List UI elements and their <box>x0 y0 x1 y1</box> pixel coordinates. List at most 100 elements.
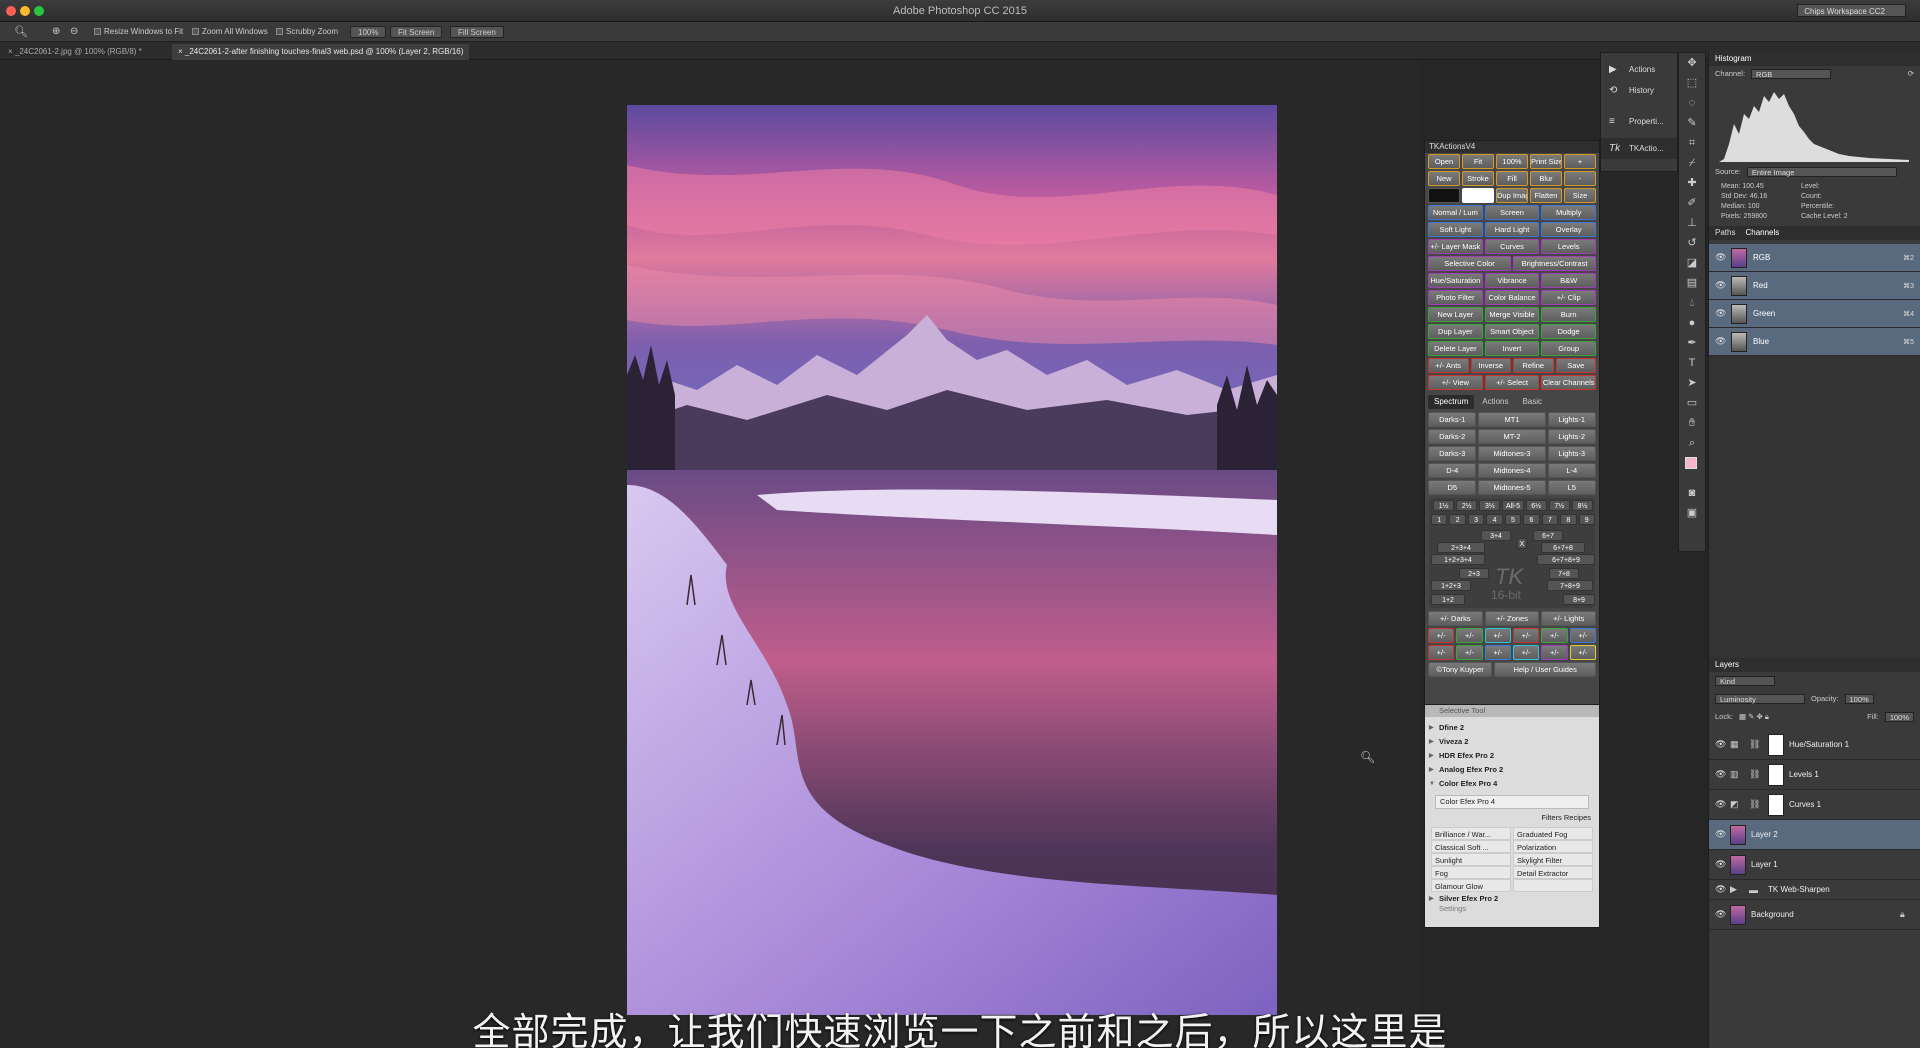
zone-button[interactable]: +/- Zones <box>1484 611 1540 626</box>
tk-button[interactable]: Blur <box>1530 171 1562 186</box>
num-button[interactable]: 3 <box>1467 514 1485 525</box>
foreground-color-swatch[interactable] <box>1685 457 1697 469</box>
plusminus-button[interactable]: +/- <box>1569 645 1596 660</box>
tk-button[interactable]: Photo Filter <box>1428 290 1483 305</box>
crop-tool-icon[interactable]: ⌗ <box>1679 133 1705 153</box>
st-filter-item[interactable] <box>1513 879 1593 892</box>
eyedropper-tool-icon[interactable]: ⌿ <box>1679 153 1705 173</box>
st-filter-item[interactable]: Classical Soft ... <box>1431 840 1511 853</box>
num-button[interactable]: 7 <box>1541 514 1559 525</box>
combo-button[interactable]: 1+2 <box>1431 594 1465 605</box>
paths-tab[interactable]: Paths <box>1715 226 1735 240</box>
spectrum-button[interactable]: D5 <box>1428 480 1477 495</box>
layer-row[interactable]: 👁︎ Layer 2 <box>1709 820 1920 850</box>
spectrum-button[interactable]: MT1 <box>1478 412 1546 427</box>
tk-button[interactable]: Dodge <box>1541 324 1597 339</box>
document-image[interactable] <box>627 105 1277 1015</box>
tk-button[interactable]: Vibrance <box>1484 273 1540 288</box>
pct-button[interactable]: 7½ <box>1548 500 1570 511</box>
tab-actions[interactable]: Actions <box>1476 395 1514 409</box>
screen-mode-icon[interactable]: ▣ <box>1679 503 1705 523</box>
tk-button[interactable]: Invert <box>1484 341 1540 356</box>
pct-button[interactable]: 8½ <box>1571 500 1593 511</box>
eye-icon[interactable]: 👁︎ <box>1715 859 1726 870</box>
pct-button[interactable]: 1½ <box>1433 500 1455 511</box>
channel-row[interactable]: 👁︎ RGB ⌘2 <box>1709 244 1920 272</box>
tab-basic[interactable]: Basic <box>1516 395 1548 409</box>
tk-button[interactable]: Dup Layer <box>1428 324 1483 339</box>
st-item[interactable]: Silver Efex Pro 2 <box>1425 894 1599 904</box>
tab-spectrum[interactable]: Spectrum <box>1428 395 1475 409</box>
spectrum-button[interactable]: Lights-3 <box>1547 446 1596 461</box>
num-button[interactable]: 2 <box>1449 514 1466 525</box>
tk-button[interactable]: 100% <box>1496 154 1528 169</box>
combo-button[interactable]: 2+3 <box>1459 568 1489 579</box>
layer-row[interactable]: 👁︎ ▶ ▬ TK Web-Sharpen <box>1709 880 1920 900</box>
tk-button[interactable]: Soft Light <box>1428 222 1483 237</box>
quick-select-tool-icon[interactable]: ✎ <box>1679 113 1705 133</box>
combo-button[interactable]: X <box>1517 538 1527 549</box>
help-button[interactable]: Help / User Guides <box>1494 662 1596 677</box>
num-button[interactable]: 6 <box>1523 514 1540 525</box>
histogram-tab[interactable]: Histogram <box>1715 52 1751 66</box>
st-item[interactable]: HDR Efex Pro 2 <box>1425 749 1599 763</box>
tk-button[interactable]: + <box>1564 154 1596 169</box>
eye-icon[interactable]: 👁︎ <box>1715 739 1726 750</box>
plusminus-button[interactable]: +/- <box>1569 628 1596 643</box>
expand-arrow-icon[interactable]: ▶ <box>1730 884 1744 895</box>
spectrum-button[interactable]: Lights-2 <box>1547 429 1596 444</box>
spectrum-button[interactable]: Lights-1 <box>1547 412 1596 427</box>
combo-button[interactable]: 6+7+8+9 <box>1537 554 1595 565</box>
combo-button[interactable]: 1+2+3+4 <box>1431 554 1485 565</box>
st-filter-item[interactable]: Polarization <box>1513 840 1593 853</box>
st-filter-item[interactable]: Detail Extractor <box>1513 866 1593 879</box>
spectrum-button[interactable]: Darks-2 <box>1428 429 1477 444</box>
tk-button[interactable]: Burn <box>1541 307 1597 322</box>
plusminus-button[interactable]: +/- <box>1512 645 1540 660</box>
document-tab[interactable]: × _24C2061-2.jpg @ 100% (RGB/8) * <box>2 44 148 60</box>
tk-button[interactable]: New Layer <box>1428 307 1483 322</box>
tk-button[interactable]: Brightness/Contrast <box>1513 256 1596 271</box>
dock-history[interactable]: ⟲ History <box>1601 80 1677 101</box>
combo-button[interactable]: 6+7+8 <box>1541 542 1585 553</box>
healing-tool-icon[interactable]: ✚ <box>1679 173 1705 193</box>
zone-button[interactable]: +/- Darks <box>1428 611 1483 626</box>
eye-icon[interactable]: 👁︎ <box>1715 884 1726 895</box>
document-tab-active[interactable]: × _24C2061-2-after finishing touches-fin… <box>172 44 470 60</box>
st-item[interactable]: Viveza 2 <box>1425 735 1599 749</box>
credit-button[interactable]: ©Tony Kuyper <box>1428 662 1493 677</box>
st-filter-item[interactable]: Glamour Glow <box>1431 879 1511 892</box>
quick-mask-icon[interactable]: ◙ <box>1679 483 1705 503</box>
source-dropdown[interactable]: Entire Image <box>1746 167 1897 177</box>
eye-icon[interactable]: 👁︎ <box>1715 799 1726 810</box>
pct-button[interactable]: 3½ <box>1479 500 1501 511</box>
tk-button[interactable]: +/- Select <box>1484 375 1540 390</box>
tk-button[interactable]: Selective Color <box>1428 256 1511 271</box>
dodge-tool-icon[interactable]: ● <box>1679 313 1705 333</box>
tk-button[interactable]: Fill <box>1496 171 1528 186</box>
channel-dropdown[interactable]: RGB <box>1751 69 1832 79</box>
pct-button[interactable]: All-5 <box>1502 500 1524 511</box>
plusminus-button[interactable]: +/- <box>1484 628 1511 643</box>
close-tab-icon[interactable]: × <box>8 47 15 56</box>
zoom-percent-field[interactable]: 100% <box>350 26 387 38</box>
tk-button[interactable]: +/- Clip <box>1541 290 1597 305</box>
lasso-tool-icon[interactable]: ◌ <box>1679 93 1705 113</box>
layers-tab[interactable]: Layers <box>1715 658 1739 672</box>
plusminus-button[interactable]: +/- <box>1456 628 1483 643</box>
plusminus-button[interactable]: +/- <box>1484 645 1511 660</box>
eye-icon[interactable]: 👁︎ <box>1715 909 1726 920</box>
st-item[interactable]: Dfine 2 <box>1425 721 1599 735</box>
tk-button[interactable]: Size <box>1564 188 1596 203</box>
combo-button[interactable]: 7+8 <box>1549 568 1579 579</box>
move-tool-icon[interactable]: ✥ <box>1679 53 1705 73</box>
layer-row[interactable]: 👁︎ Layer 1 <box>1709 850 1920 880</box>
layer-row[interactable]: 👁︎ ◩ ⛓︎ Curves 1 <box>1709 790 1920 820</box>
spectrum-button[interactable]: Midtones-3 <box>1478 446 1546 461</box>
st-filter-item[interactable]: Graduated Fog <box>1513 827 1593 840</box>
tk-button[interactable]: Fit <box>1462 154 1494 169</box>
dock-properties[interactable]: ≡ Properti... <box>1601 111 1677 132</box>
tk-button[interactable]: New <box>1428 171 1460 186</box>
tk-button[interactable]: Flatten <box>1530 188 1562 203</box>
pct-button[interactable]: 6½ <box>1525 500 1547 511</box>
